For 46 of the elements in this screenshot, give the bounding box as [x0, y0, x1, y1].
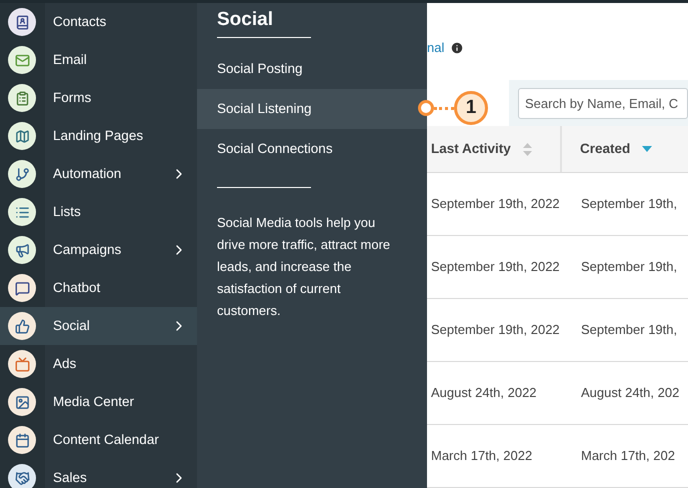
- column-header[interactable]: Created: [562, 126, 688, 172]
- sidebar-item[interactable]: Media Center: [0, 383, 197, 421]
- table-cell-text: August 24th, 2022: [430, 384, 538, 402]
- submenu-title: Social: [217, 8, 273, 32]
- sidebar-item[interactable]: Social: [0, 307, 197, 345]
- table-cell-text: September 19th,: [580, 195, 678, 214]
- column-header[interactable]: Last Activity: [427, 126, 562, 172]
- table-cell-text: September 19th, 2022: [430, 321, 561, 340]
- submenu-item[interactable]: Social Posting: [197, 49, 427, 89]
- image-icon: [8, 388, 36, 416]
- sidebar-item[interactable]: Campaigns: [0, 231, 197, 269]
- table-cell-text: September 19th, 2022: [430, 195, 561, 214]
- clipboard-icon: [8, 84, 36, 112]
- sidebar-item[interactable]: Content Calendar: [0, 421, 197, 459]
- submenu-item[interactable]: Social Listening: [197, 89, 427, 129]
- info-icon: [450, 40, 464, 55]
- chat-bubble-icon: [8, 274, 36, 302]
- calendar-icon: [8, 426, 36, 454]
- map-icon: [8, 122, 36, 150]
- thumbs-up-icon: [8, 312, 36, 340]
- table-cell-text: August 24th, 202: [580, 384, 680, 402]
- megaphone-icon: [8, 236, 36, 264]
- table-cell-text: September 19th,: [580, 258, 678, 276]
- table-cell-text: September 19th, 2022: [430, 258, 561, 276]
- sidebar-item[interactable]: Chatbot: [0, 269, 197, 307]
- sidebar-item[interactable]: Email: [0, 41, 197, 79]
- table-cell-text: March 17th, 2022: [430, 447, 534, 466]
- table-cell-text: March 17th, 202: [580, 447, 675, 466]
- sidebar-item[interactable]: Sales: [0, 459, 197, 488]
- branch-icon: [8, 160, 36, 188]
- sidebar-item[interactable]: Lists: [0, 193, 197, 231]
- sidebar-item[interactable]: Landing Pages: [0, 117, 197, 155]
- list-icon: [8, 198, 36, 226]
- submenu-item[interactable]: Social Connections: [197, 129, 427, 169]
- sidebar-item[interactable]: Forms: [0, 79, 197, 117]
- sidebar-item[interactable]: Contacts: [0, 3, 197, 41]
- tv-icon: [8, 350, 36, 378]
- search-field[interactable]: Search by Name, Email, C: [518, 88, 688, 119]
- sidebar-item[interactable]: Automation: [0, 155, 197, 193]
- handshake-icon: [8, 464, 36, 488]
- table-cell-text: September 19th,: [580, 321, 678, 340]
- sidebar-item[interactable]: Ads: [0, 345, 197, 383]
- address-book-icon: [8, 8, 36, 36]
- switch-link[interactable]: nal: [427, 38, 444, 58]
- submenu-description: Social Media tools help you drive more traffic, attract more leads, and increase the satisfaction of current customers.: [217, 214, 392, 320]
- envelope-icon: [8, 46, 36, 74]
